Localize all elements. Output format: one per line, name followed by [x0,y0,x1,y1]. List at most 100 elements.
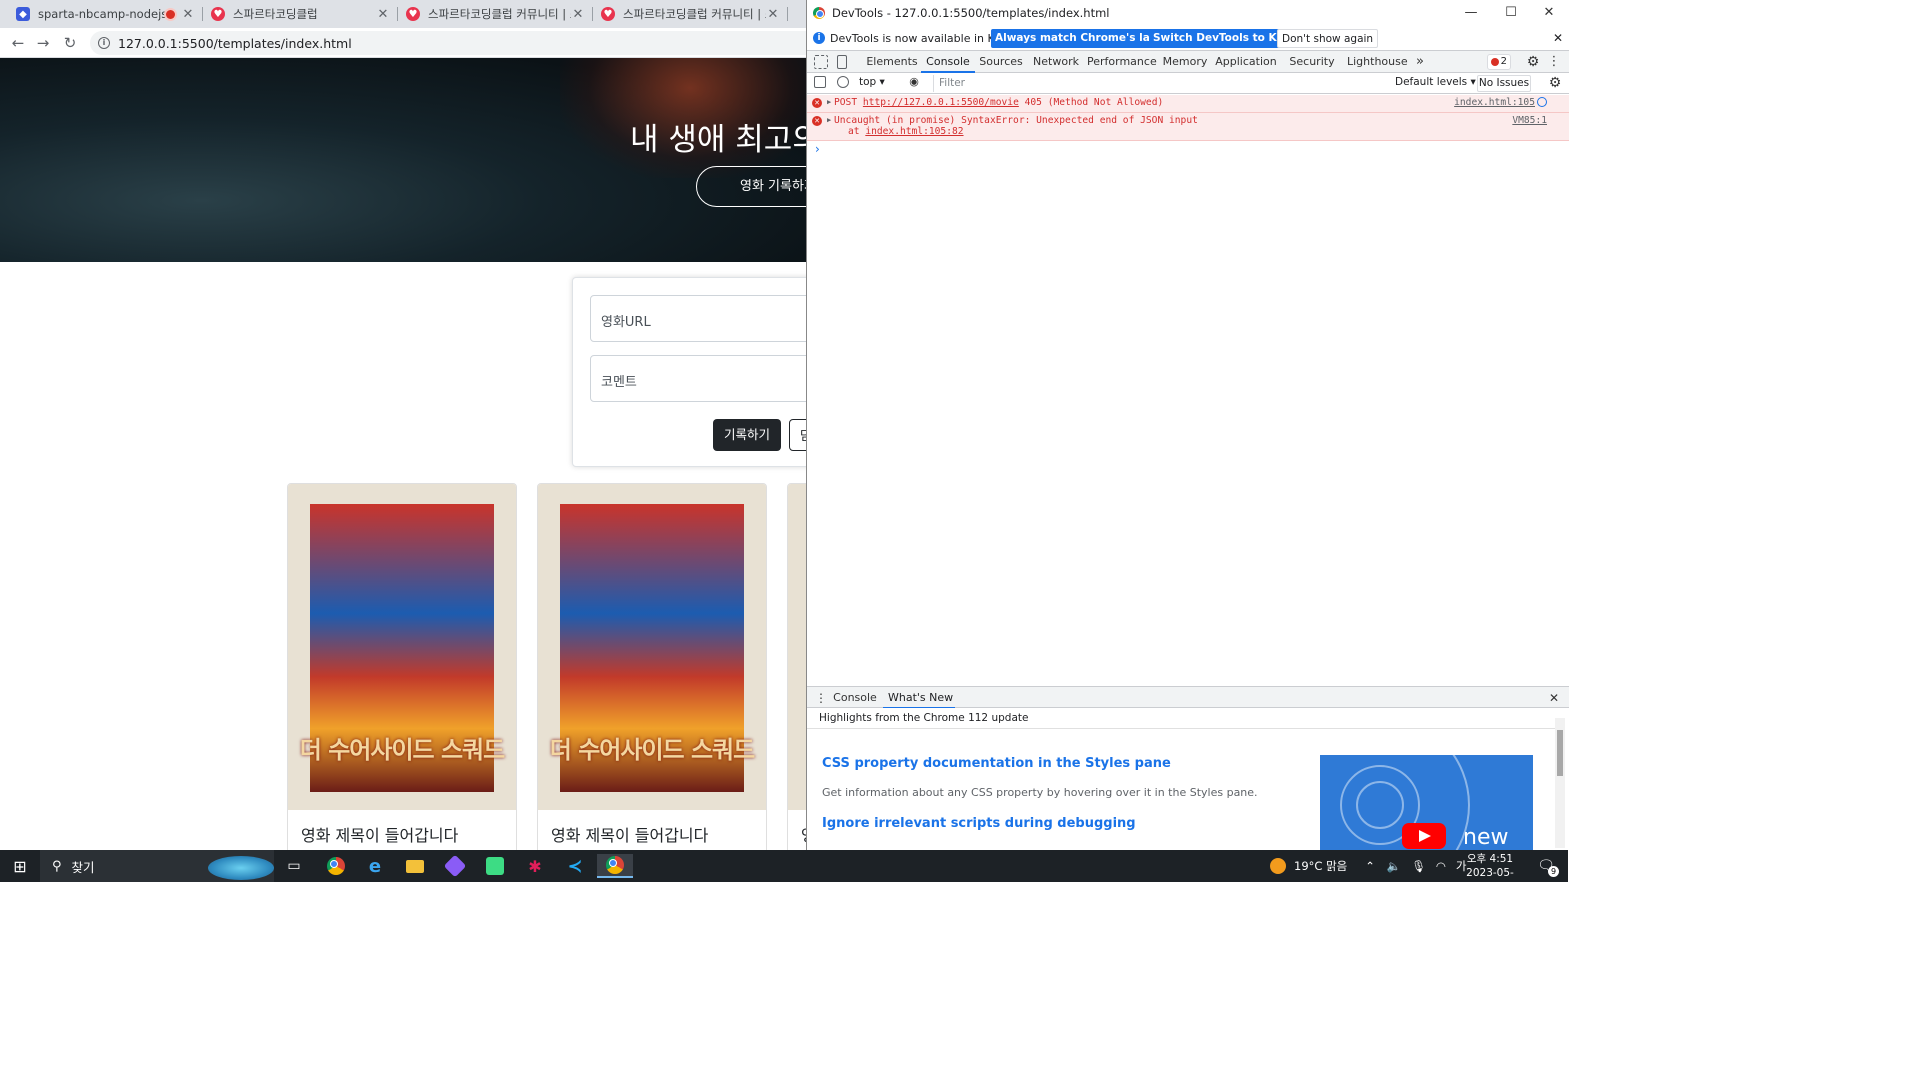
console-error-row[interactable]: ✕ ▶ POST http://127.0.0.1:5500/movie 405… [807,95,1569,113]
console-prompt[interactable]: › [815,142,820,156]
file-explorer-icon[interactable] [397,854,433,878]
filter-input[interactable]: Filter [933,75,1388,92]
console-error-row[interactable]: ✕ ▶ Uncaught (in promise) SyntaxError: U… [807,113,1569,141]
site-info-icon[interactable]: i [98,37,110,49]
chrome-app-icon[interactable] [318,854,354,878]
movie-poster: 더 수어사이드 스쿼드 [288,484,516,810]
maximize-icon[interactable]: ☐ [1491,2,1531,24]
browser-tab-1[interactable]: ◆ sparta-nbcamp-nodejs6 | G ✕ [8,0,203,28]
address-bar[interactable]: i 127.0.0.1:5500/templates/index.html [90,31,806,55]
log-levels-dropdown[interactable]: Default levels ▾ [1395,76,1476,88]
source-link[interactable]: VM85:1 [1512,115,1547,126]
inspect-element-icon[interactable] [814,55,828,69]
tab-application[interactable]: Application [1213,51,1279,73]
movie-url-input[interactable]: 영화URL [590,295,806,342]
settings-gear-icon[interactable]: ⚙ [1525,51,1541,73]
android-studio-icon[interactable] [477,854,513,878]
task-view-icon[interactable]: ▭ [276,854,312,878]
error-icon: ✕ [812,98,822,108]
edge-app-icon[interactable]: e [357,854,393,878]
movie-poster: 더 수어사이드 스쿼드 [538,484,766,810]
error-count-badge[interactable]: 2 [1487,54,1511,70]
submit-button[interactable]: 기록하기 [713,419,781,451]
record-movie-button[interactable]: 영화 기록하기 [696,166,806,207]
movie-card[interactable]: 더 수어사이드 스쿼드 영화 제목이 들어갑니다 [537,483,767,850]
drawer-menu-icon[interactable]: ⋮ [815,687,827,709]
close-tab-icon[interactable]: ✕ [766,7,780,22]
speaker-icon[interactable]: 🔈 [1387,859,1401,873]
dont-show-again-button[interactable]: Don't show again [1277,29,1379,48]
source-link[interactable]: index.html:105 [1454,97,1535,108]
show-hidden-icons-icon[interactable]: ⌃ [1365,859,1375,873]
tab-elements[interactable]: Elements [863,51,921,73]
browser-tab-4[interactable]: ♥ 스파르타코딩클럽 커뮤니티 | 스 ✕ [593,0,788,28]
sparta-favicon-icon: ♥ [406,7,420,21]
tab-network[interactable]: Network [1029,51,1083,73]
youtube-play-icon[interactable] [1402,823,1446,849]
browser-tab-3[interactable]: ♥ 스파르타코딩클럽 커뮤니티 | 스 ✕ [398,0,593,28]
close-tab-icon[interactable]: ✕ [181,7,195,22]
whats-new-link[interactable]: Ignore irrelevant scripts during debuggi… [822,816,1136,831]
close-button[interactable]: 닫기 [789,419,806,451]
windows-start-icon[interactable]: ⊞ [2,854,38,878]
tab-security[interactable]: Security [1285,51,1339,73]
slack-icon[interactable]: ✱ [517,854,553,878]
network-request-icon[interactable] [1537,97,1547,107]
browser-tab-2[interactable]: ♥ 스파르타코딩클럽 ✕ [203,0,398,28]
live-expression-eye-icon[interactable]: ◉ [907,71,921,93]
reload-icon[interactable]: ↻ [60,33,80,53]
url-text: 127.0.0.1:5500/templates/index.html [118,35,352,51]
tab-console[interactable]: Console [921,51,975,73]
console-settings-icon[interactable]: ⚙ [1547,72,1563,94]
close-drawer-icon[interactable]: ✕ [1547,687,1561,709]
minimize-icon[interactable]: — [1451,2,1491,24]
more-tabs-icon[interactable]: » [1413,51,1427,73]
clock[interactable]: 오후 4:51 2023-05-09 [1460,852,1520,894]
device-toolbar-icon[interactable] [837,55,847,69]
card-title: 영화 제목이 들어갑니다 [551,826,709,845]
tab-sources[interactable]: Sources [975,51,1027,73]
close-tab-icon[interactable]: ✕ [376,7,390,22]
issues-button[interactable]: No Issues [1477,75,1531,92]
close-infobar-icon[interactable]: ✕ [1549,29,1567,48]
taskbar-search[interactable]: ⚲ 찾기 [40,850,274,882]
back-arrow-icon[interactable]: ← [8,33,28,53]
drawer-tab-whatsnew[interactable]: What's New ✕ [883,687,955,726]
stack-source-link[interactable]: index.html:105:82 [865,126,963,137]
thumbnail-text: new [1463,825,1509,850]
weather-text[interactable]: 19°C 맑음 [1294,858,1347,874]
devtools-tabbar: Elements Console Sources Network Perform… [807,50,1569,73]
drawer-tabbar: ⋮ Console What's New ✕ ✕ [807,686,1569,726]
close-window-icon[interactable]: ✕ [1529,2,1569,24]
context-selector[interactable]: top ▾ [859,76,885,91]
vscode-icon[interactable]: ≺ [557,854,593,878]
drawer-scrollbar[interactable] [1555,718,1565,848]
more-options-icon[interactable]: ⋮ [1547,51,1561,73]
forward-arrow-icon[interactable]: → [33,33,53,53]
expand-triangle-icon[interactable]: ▶ [827,98,831,106]
tab-memory[interactable]: Memory [1159,51,1211,73]
tab-performance[interactable]: Performance [1087,51,1157,73]
microphone-icon[interactable]: 🎙 [1411,859,1426,873]
tab-lighthouse[interactable]: Lighthouse [1347,51,1408,73]
highlights-heading: Highlights from the Chrome 112 update [819,712,1029,724]
expand-triangle-icon[interactable]: ▶ [827,116,831,124]
notification-icon[interactable]: 🗨 9 [1528,854,1564,878]
app-icon[interactable] [437,854,473,878]
browser-toolbar: ← → ↻ i 127.0.0.1:5500/templates/index.h… [0,28,806,58]
comment-input[interactable]: 코멘트 [590,355,806,402]
movie-card[interactable]: 영 [787,483,806,850]
drawer-tab-console[interactable]: Console [833,687,877,709]
console-toolbar: top ▾ ◉ Filter Default levels ▾ No Issue… [807,73,1569,94]
error-url-link[interactable]: http://127.0.0.1:5500/movie [863,97,1019,108]
close-tab-icon[interactable]: ✕ [571,7,585,22]
error-message: POST http://127.0.0.1:5500/movie 405 (Me… [834,97,1164,108]
chrome-devtools-app-icon[interactable] [597,854,633,878]
wifi-icon[interactable]: ◠ [1436,859,1446,873]
whats-new-link[interactable]: CSS property documentation in the Styles… [822,756,1171,771]
whats-new-video-thumbnail[interactable]: new [1320,755,1533,850]
whats-new-description: Get information about any CSS property b… [822,786,1258,799]
sidebar-toggle-icon[interactable] [814,76,826,88]
clear-console-icon[interactable] [837,76,849,88]
movie-card[interactable]: 더 수어사이드 스쿼드 영화 제목이 들어갑니다 [287,483,517,850]
